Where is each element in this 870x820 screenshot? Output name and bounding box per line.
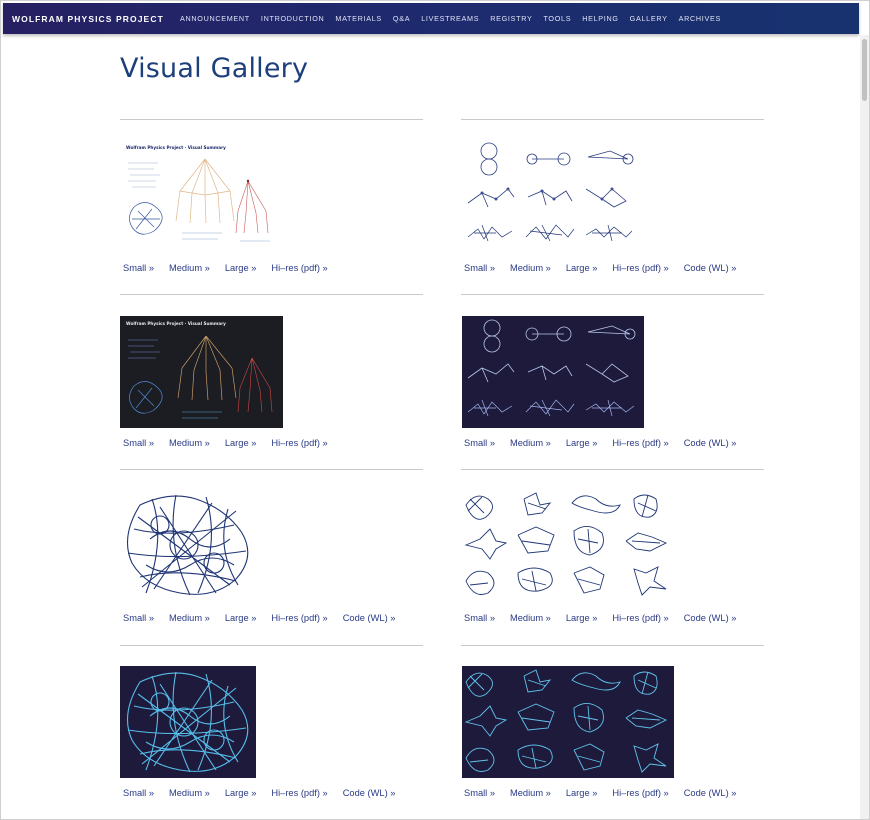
scrollbar-thumb[interactable] [862, 39, 867, 101]
divider [461, 645, 764, 646]
nav-materials[interactable]: MATERIALS [335, 14, 382, 23]
download-links: Small » Medium » Large » Hi–res (pdf) » … [123, 613, 410, 623]
link-hi-res-pdf[interactable]: Hi–res (pdf) » [271, 613, 327, 623]
link-code-wl[interactable]: Code (WL) » [684, 438, 737, 448]
download-links: Small » Medium » Large » Hi–res (pdf) » … [464, 438, 751, 448]
link-code-wl[interactable]: Code (WL) » [343, 788, 396, 798]
download-links: Small » Medium » Large » Hi–res (pdf) » … [464, 263, 751, 273]
link-hi-res-pdf[interactable]: Hi–res (pdf) » [612, 613, 668, 623]
download-links: Small » Medium » Large » Hi–res (pdf) » [123, 263, 343, 273]
link-medium[interactable]: Medium » [510, 788, 551, 798]
link-medium[interactable]: Medium » [510, 613, 551, 623]
gallery-image-visual-summary-light[interactable]: Wolfram Physics Project · Visual Summary [120, 141, 280, 251]
divider [461, 119, 764, 120]
download-links: Small » Medium » Large » Hi–res (pdf) » [123, 438, 343, 448]
gallery-image-large-hypergraph-dark[interactable] [120, 666, 256, 778]
link-medium[interactable]: Medium » [169, 263, 210, 273]
download-links: Small » Medium » Large » Hi–res (pdf) » … [464, 788, 751, 798]
gallery-image-rule-evolution-dark[interactable] [462, 316, 644, 428]
divider [461, 469, 764, 470]
link-large[interactable]: Large » [225, 788, 257, 798]
top-navigation-bar: WOLFRAM PHYSICS PROJECT ANNOUNCEMENT INT… [3, 3, 859, 34]
link-small[interactable]: Small » [464, 438, 495, 448]
link-large[interactable]: Large » [566, 438, 598, 448]
gallery-image-hypergraph-grid-dark[interactable] [462, 666, 674, 778]
gallery-image-hypergraph-grid-light[interactable] [462, 489, 674, 601]
link-large[interactable]: Large » [566, 613, 598, 623]
download-links: Small » Medium » Large » Hi–res (pdf) » … [123, 788, 410, 798]
link-hi-res-pdf[interactable]: Hi–res (pdf) » [612, 263, 668, 273]
divider [120, 294, 423, 295]
nav-helping[interactable]: HELPING [582, 14, 618, 23]
browser-page: WOLFRAM PHYSICS PROJECT ANNOUNCEMENT INT… [0, 0, 870, 820]
link-small[interactable]: Small » [464, 263, 495, 273]
link-hi-res-pdf[interactable]: Hi–res (pdf) » [271, 263, 327, 273]
link-small[interactable]: Small » [123, 263, 154, 273]
gallery-image-rule-evolution-light[interactable] [462, 141, 642, 251]
link-small[interactable]: Small » [123, 788, 154, 798]
page-title: Visual Gallery [120, 53, 309, 84]
link-code-wl[interactable]: Code (WL) » [343, 613, 396, 623]
link-small[interactable]: Small » [123, 613, 154, 623]
divider [120, 119, 423, 120]
gallery-image-large-hypergraph-light[interactable] [120, 489, 255, 601]
link-small[interactable]: Small » [123, 438, 154, 448]
link-medium[interactable]: Medium » [169, 788, 210, 798]
divider [461, 294, 764, 295]
nav-archives[interactable]: ARCHIVES [679, 14, 721, 23]
site-brand[interactable]: WOLFRAM PHYSICS PROJECT [12, 14, 180, 24]
link-hi-res-pdf[interactable]: Hi–res (pdf) » [612, 438, 668, 448]
link-large[interactable]: Large » [566, 263, 598, 273]
page-scrollbar[interactable] [860, 35, 869, 819]
link-small[interactable]: Small » [464, 788, 495, 798]
nav-qa[interactable]: Q&A [393, 14, 410, 23]
link-medium[interactable]: Medium » [169, 438, 210, 448]
link-large[interactable]: Large » [566, 788, 598, 798]
gallery-image-visual-summary-dark[interactable]: Wolfram Physics Project · Visual Summary [120, 316, 283, 428]
link-medium[interactable]: Medium » [169, 613, 210, 623]
link-hi-res-pdf[interactable]: Hi–res (pdf) » [271, 788, 327, 798]
nav-livestreams[interactable]: LIVESTREAMS [421, 14, 479, 23]
download-links: Small » Medium » Large » Hi–res (pdf) » … [464, 613, 751, 623]
nav-gallery[interactable]: GALLERY [630, 14, 668, 23]
link-hi-res-pdf[interactable]: Hi–res (pdf) » [612, 788, 668, 798]
link-large[interactable]: Large » [225, 438, 257, 448]
link-medium[interactable]: Medium » [510, 263, 551, 273]
link-code-wl[interactable]: Code (WL) » [684, 263, 737, 273]
link-large[interactable]: Large » [225, 613, 257, 623]
divider [120, 469, 423, 470]
link-small[interactable]: Small » [464, 613, 495, 623]
nav-introduction[interactable]: INTRODUCTION [261, 14, 325, 23]
nav-tools[interactable]: TOOLS [543, 14, 571, 23]
link-medium[interactable]: Medium » [510, 438, 551, 448]
link-code-wl[interactable]: Code (WL) » [684, 613, 737, 623]
main-nav: ANNOUNCEMENT INTRODUCTION MATERIALS Q&A … [180, 14, 732, 23]
link-hi-res-pdf[interactable]: Hi–res (pdf) » [271, 438, 327, 448]
nav-announcement[interactable]: ANNOUNCEMENT [180, 14, 250, 23]
svg-text:Wolfram Physics Project · Visu: Wolfram Physics Project · Visual Summary [126, 145, 226, 150]
nav-registry[interactable]: REGISTRY [490, 14, 532, 23]
svg-text:Wolfram Physics Project · Visu: Wolfram Physics Project · Visual Summary [126, 321, 226, 326]
divider [120, 645, 423, 646]
link-code-wl[interactable]: Code (WL) » [684, 788, 737, 798]
link-large[interactable]: Large » [225, 263, 257, 273]
